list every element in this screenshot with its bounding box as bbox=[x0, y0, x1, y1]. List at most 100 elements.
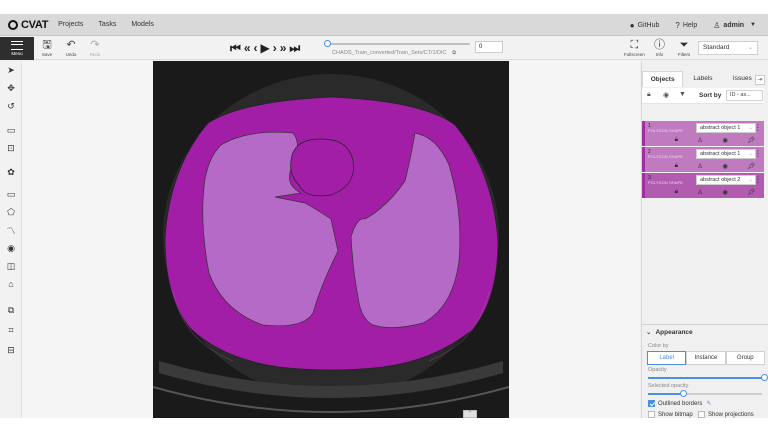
fast-backward-icon[interactable]: « bbox=[244, 41, 251, 55]
cvat-logo[interactable]: CVAT bbox=[8, 19, 48, 31]
caret-down-icon[interactable]: ▼ bbox=[679, 91, 686, 98]
frame-slider-track bbox=[326, 43, 470, 45]
eye-icon[interactable]: ◉ bbox=[722, 162, 728, 170]
draw-points-icon[interactable]: ◉ bbox=[3, 241, 19, 255]
eye-icon[interactable]: ◉ bbox=[663, 91, 669, 99]
collapse-sidebar-icon[interactable]: ⇥ bbox=[755, 75, 765, 85]
show-projections-checkbox[interactable]: Show projections bbox=[698, 411, 754, 418]
first-frame-icon[interactable]: ⏮ bbox=[230, 41, 241, 55]
tag-icon[interactable]: ⌂ bbox=[3, 277, 19, 291]
more-options-icon[interactable]: ⋮ bbox=[754, 123, 762, 132]
cvat-app: CVAT Projects Tasks Models ● GitHub ? He… bbox=[0, 14, 768, 418]
info-button[interactable]: ⓘ Info bbox=[654, 39, 665, 57]
redo-button[interactable]: ↷ Redo bbox=[85, 39, 105, 57]
tab-objects[interactable]: Objects bbox=[642, 71, 684, 87]
eye-icon[interactable]: ◉ bbox=[722, 188, 728, 196]
fullscreen-button[interactable]: ⛶ Fullscreen bbox=[624, 39, 645, 57]
split-icon[interactable]: ⊟ bbox=[3, 343, 19, 357]
color-by-label-option[interactable]: Label bbox=[647, 351, 687, 365]
fullscreen-label: Fullscreen bbox=[624, 52, 645, 57]
outlined-borders-checkbox[interactable]: Outlined borders ✎ bbox=[648, 400, 711, 407]
object-label-value: abstract object 1 bbox=[700, 125, 741, 131]
copy-link-icon[interactable]: ⧉ bbox=[452, 50, 456, 56]
fast-forward-icon[interactable]: » bbox=[280, 41, 287, 55]
selected-opacity-slider[interactable] bbox=[648, 393, 684, 395]
object-actions: 🔒︎ ♙ ◉ 📌︎ bbox=[665, 162, 765, 170]
color-by-group-option[interactable]: Group bbox=[725, 351, 765, 365]
lock-icon[interactable]: 🔒︎ bbox=[675, 136, 678, 144]
object-item[interactable]: 2 POLYGON SHAPE abstract object 1 ⌄ ⋮ 🔒︎ … bbox=[642, 147, 764, 172]
lock-icon[interactable]: 🔒︎ bbox=[675, 162, 678, 170]
redo-icon: ↷ bbox=[90, 39, 100, 51]
heart-region[interactable] bbox=[290, 138, 354, 197]
user-menu[interactable]: ♙ admin ▼ bbox=[713, 21, 756, 30]
group-icon[interactable]: ⌗ bbox=[3, 323, 19, 337]
frame-number-input[interactable]: 0 bbox=[475, 41, 503, 53]
chevron-down-icon: ⌄ bbox=[748, 125, 753, 131]
ct-image[interactable]: ⌃ bbox=[153, 61, 509, 418]
nav-tasks[interactable]: Tasks bbox=[98, 21, 116, 28]
previous-frame-icon[interactable]: ‹ bbox=[254, 41, 258, 55]
checkbox-unchecked[interactable] bbox=[698, 411, 705, 418]
selected-opacity-handle[interactable] bbox=[680, 390, 687, 397]
chevron-up-icon[interactable]: ⌃ bbox=[463, 410, 477, 418]
last-frame-icon[interactable]: ⏭ bbox=[289, 41, 300, 55]
object-label-select[interactable]: abstract object 1 ⌄ bbox=[696, 123, 756, 133]
save-button[interactable]: 🖫 Save bbox=[37, 39, 57, 57]
more-options-icon[interactable]: ⋮ bbox=[754, 175, 762, 184]
main-nav: Projects Tasks Models bbox=[58, 21, 169, 28]
merge-icon[interactable]: ⧉ bbox=[3, 303, 19, 317]
pin-icon[interactable]: 📌︎ bbox=[747, 162, 755, 170]
object-label-value: abstract object 1 bbox=[700, 151, 741, 157]
undo-button[interactable]: ↶ Undo bbox=[61, 39, 81, 57]
next-frame-icon[interactable]: › bbox=[273, 41, 277, 55]
draw-polyline-icon[interactable]: 〽 bbox=[3, 223, 19, 237]
nav-projects[interactable]: Projects bbox=[58, 21, 83, 28]
github-link[interactable]: ● GitHub bbox=[630, 21, 660, 30]
ai-tools-icon[interactable]: ✿ bbox=[3, 165, 19, 179]
lock-icon[interactable]: 🔒︎ bbox=[647, 91, 651, 99]
draw-polygon-icon[interactable]: ⬠ bbox=[3, 205, 19, 219]
opacity-handle[interactable] bbox=[761, 374, 768, 381]
nav-models[interactable]: Models bbox=[131, 21, 154, 28]
more-options-icon[interactable]: ⋮ bbox=[754, 149, 762, 158]
lock-icon[interactable]: 🔒︎ bbox=[675, 188, 678, 196]
checkbox-checked[interactable] bbox=[648, 400, 655, 407]
object-item[interactable]: 1 POLYGON SHAPE abstract object 1 ⌄ ⋮ 🔒︎ … bbox=[642, 121, 764, 146]
help-link[interactable]: ? Help bbox=[675, 21, 697, 30]
draw-cuboid-icon[interactable]: ◫ bbox=[3, 259, 19, 273]
cursor-icon[interactable]: ➤ bbox=[3, 63, 19, 77]
frame-slider-handle[interactable] bbox=[324, 40, 331, 47]
object-label-select[interactable]: abstract object 2 ⌄ bbox=[696, 175, 756, 185]
color-picker-icon[interactable]: ✎ bbox=[706, 400, 711, 407]
menu-button[interactable]: Menu bbox=[0, 37, 34, 60]
draw-rectangle-icon[interactable]: ▭ bbox=[3, 187, 19, 201]
canvas-area[interactable]: ⌃ ◎ bbox=[22, 61, 658, 418]
show-bitmap-checkbox[interactable]: Show bitmap bbox=[648, 411, 693, 418]
rotate-icon[interactable]: ↺ bbox=[3, 99, 19, 113]
object-item[interactable]: 3 POLYGON SHAPE abstract object 2 ⌄ ⋮ 🔒︎ … bbox=[642, 173, 764, 198]
checkbox-unchecked[interactable] bbox=[648, 411, 655, 418]
filter-icon: ⏷ bbox=[679, 39, 689, 51]
object-label-select[interactable]: abstract object 1 ⌄ bbox=[696, 149, 756, 159]
annotation-canvas[interactable] bbox=[153, 61, 509, 418]
appearance-header[interactable]: ⌄ Appearance bbox=[646, 328, 693, 336]
pin-icon[interactable]: 📌︎ bbox=[747, 136, 755, 144]
tab-labels[interactable]: Labels bbox=[683, 71, 722, 87]
color-by-instance-option[interactable]: Instance bbox=[686, 351, 726, 365]
user-icon: ♙ bbox=[713, 20, 721, 30]
play-icon[interactable]: ▶ bbox=[261, 41, 270, 55]
pin-user-icon[interactable]: ♙ bbox=[697, 188, 703, 196]
sort-select[interactable]: ID - as... bbox=[726, 90, 763, 101]
opacity-slider[interactable] bbox=[648, 377, 762, 379]
pin-user-icon[interactable]: ♙ bbox=[697, 136, 703, 144]
fit-image-icon[interactable]: ▭ bbox=[3, 123, 19, 137]
pin-user-icon[interactable]: ♙ bbox=[697, 162, 703, 170]
pin-icon[interactable]: 📌︎ bbox=[747, 188, 755, 196]
workspace-select[interactable]: Standard ⌄ bbox=[698, 41, 758, 55]
eye-icon[interactable]: ◉ bbox=[722, 136, 728, 144]
zoom-region-icon[interactable]: ⊡ bbox=[3, 141, 19, 155]
move-icon[interactable]: ✥ bbox=[3, 81, 19, 95]
filename-text: CHAOS_Train_converted/Train_Sets/CT/1/DI… bbox=[332, 50, 447, 56]
filters-button[interactable]: ⏷ Filters bbox=[678, 39, 690, 57]
